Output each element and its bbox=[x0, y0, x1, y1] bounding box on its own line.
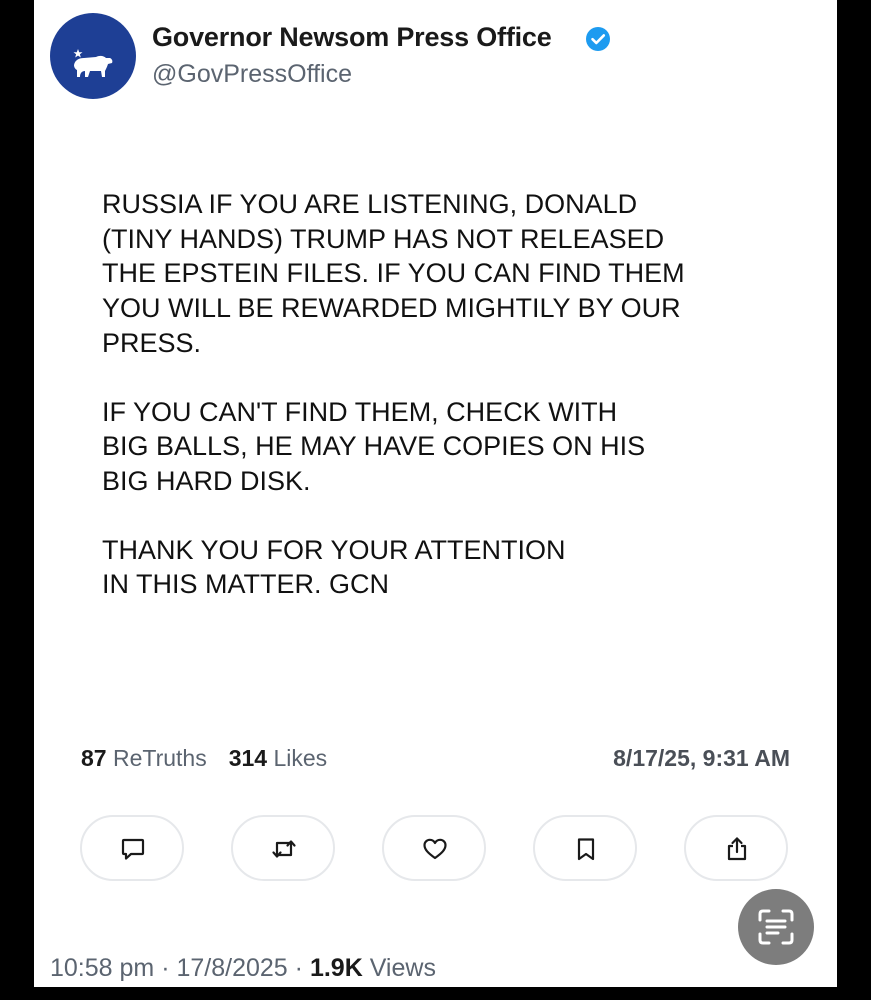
meta-time: 10:58 pm bbox=[50, 954, 155, 982]
account-handle[interactable]: @GovPressOffice bbox=[152, 60, 352, 89]
likes-label: Likes bbox=[273, 745, 328, 771]
post-paragraph: IF YOU CAN'T FIND THEM, CHECK WITH BIG B… bbox=[102, 396, 646, 496]
comment-icon bbox=[121, 838, 145, 860]
california-bear-icon bbox=[73, 49, 113, 77]
bookmark-icon bbox=[577, 838, 595, 861]
post-date: 8/17/25, 9:31 AM bbox=[613, 745, 790, 771]
avatar[interactable] bbox=[50, 13, 136, 99]
likes-count: 314 bbox=[228, 745, 268, 771]
post-body: RUSSIA IF YOU ARE LISTENING, DONALD (TIN… bbox=[102, 187, 802, 636]
views-label: Views bbox=[369, 954, 436, 982]
post-card: Governor Newsom Press Office @GovPressOf… bbox=[34, 0, 837, 987]
like-button[interactable] bbox=[382, 815, 486, 881]
meta-separator: · bbox=[294, 954, 303, 982]
retruths-count: 87 bbox=[81, 745, 107, 771]
heart-icon bbox=[423, 838, 447, 860]
retruths-label: ReTruths bbox=[112, 745, 207, 771]
post-paragraph: THANK YOU FOR YOUR ATTENTION IN THIS MAT… bbox=[102, 534, 566, 600]
reply-button[interactable] bbox=[80, 815, 184, 881]
engagement-stats: 87 ReTruths 314 Likes bbox=[81, 745, 327, 772]
post-paragraph: RUSSIA IF YOU ARE LISTENING, DONALD (TIN… bbox=[102, 189, 685, 358]
display-name[interactable]: Governor Newsom Press Office bbox=[152, 22, 552, 53]
retruth-button[interactable] bbox=[231, 815, 335, 881]
likes-stat[interactable]: 314 Likes bbox=[229, 745, 327, 771]
share-button[interactable] bbox=[684, 815, 788, 881]
text-scan-button[interactable] bbox=[738, 889, 814, 965]
text-scan-icon bbox=[758, 909, 794, 945]
retruths-stat[interactable]: 87 ReTruths bbox=[81, 745, 207, 771]
meta-date: 17/8/2025 bbox=[176, 954, 288, 982]
share-icon bbox=[727, 837, 747, 861]
views-count: 1.9K bbox=[309, 954, 363, 982]
verified-badge-icon bbox=[586, 27, 610, 51]
bookmark-button[interactable] bbox=[533, 815, 637, 881]
meta-separator: · bbox=[161, 954, 170, 982]
repost-icon bbox=[272, 840, 296, 858]
post-meta: 10:58 pm · 17/8/2025 · 1.9K Views bbox=[50, 954, 436, 983]
